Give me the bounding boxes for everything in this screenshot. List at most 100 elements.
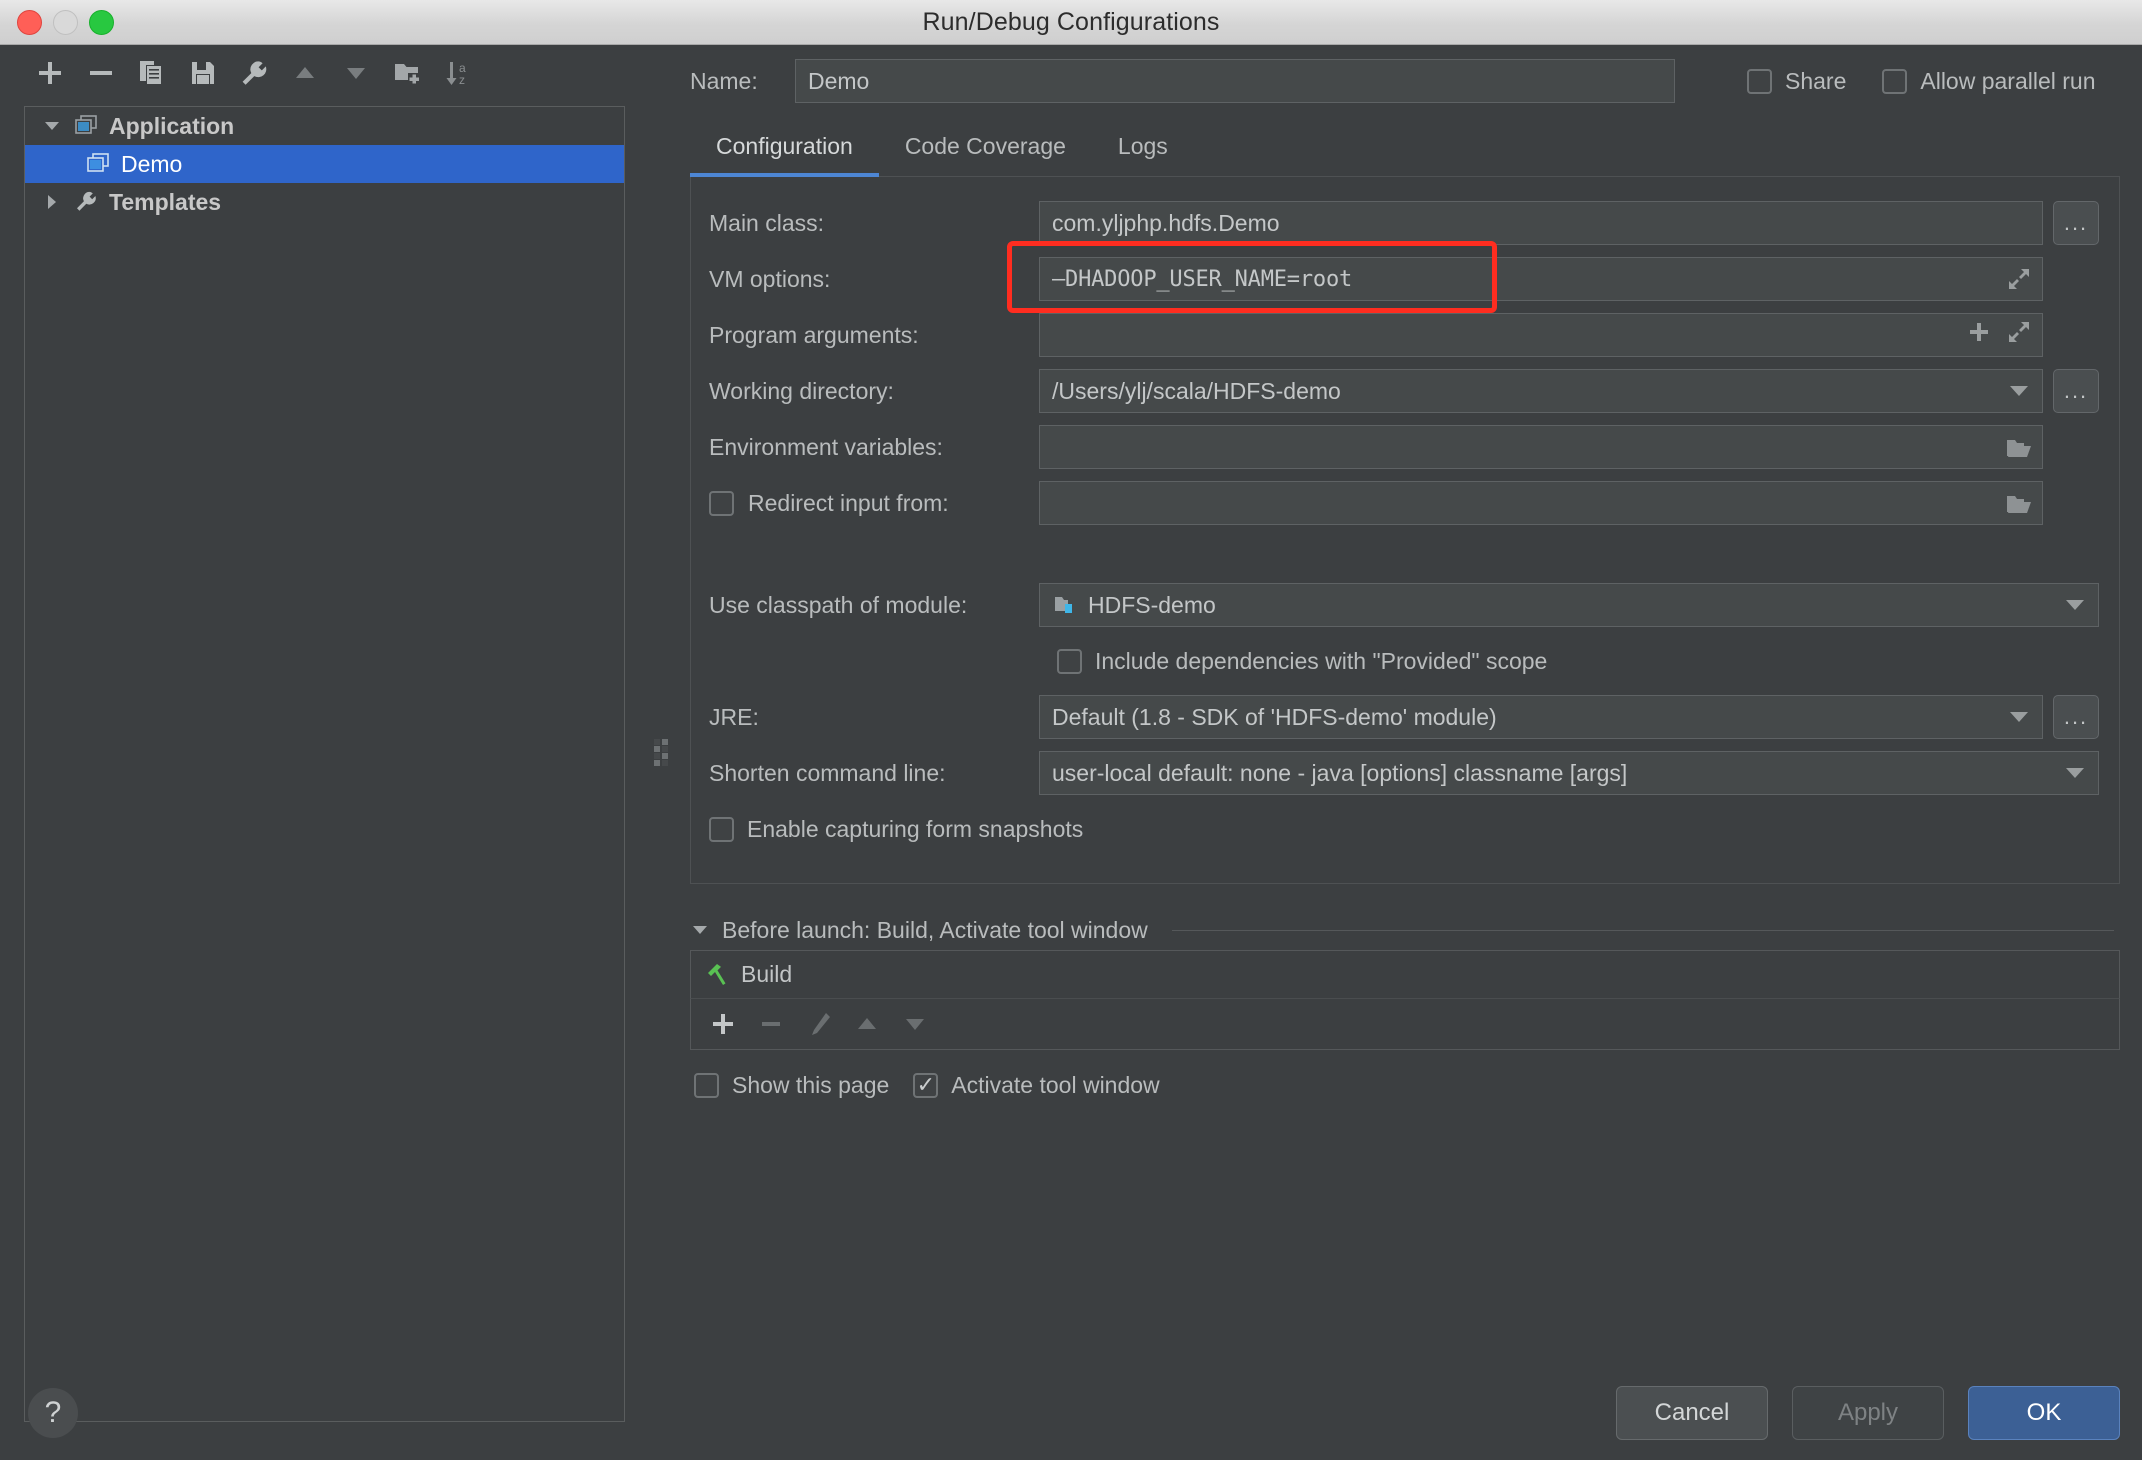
share-checkbox-row[interactable]: Share [1747, 68, 1846, 95]
tree-item-templates[interactable]: Templates [25, 183, 624, 221]
tree-item-label: Templates [109, 188, 222, 215]
tab-logs[interactable]: Logs [1092, 133, 1194, 176]
chevron-down-icon[interactable] [35, 117, 69, 135]
configurations-panel: a z Application Demo Templates ? [0, 45, 650, 1460]
tree-item-demo[interactable]: Demo [25, 145, 624, 183]
vm-options-label: VM options: [709, 265, 831, 292]
working-directory-browse-button[interactable]: ... [2053, 369, 2099, 413]
redirect-input-row: Redirect input from: [691, 475, 2119, 531]
main-class-input[interactable]: com.yljphp.hdfs.Demo [1039, 201, 2043, 245]
environment-variables-browse-icon[interactable] [1994, 434, 2032, 460]
wrench-icon[interactable] [228, 50, 279, 96]
jre-label: JRE: [709, 703, 759, 730]
before-launch-header[interactable]: Before launch: Build, Activate tool wind… [690, 910, 2120, 950]
jre-browse-button[interactable]: ... [2053, 695, 2099, 739]
save-configuration-button[interactable] [177, 50, 228, 96]
redirect-input-label: Redirect input from: [748, 489, 949, 516]
redirect-input-checkbox[interactable] [709, 490, 734, 516]
shorten-command-line-label: Shorten command line: [709, 759, 946, 786]
move-task-up-button[interactable] [843, 1001, 891, 1047]
jre-value-dim: (1.8 - SDK of 'HDFS-demo' module) [1131, 703, 1497, 730]
jre-value-bright: Default [1052, 703, 1125, 730]
environment-variables-input[interactable] [1039, 425, 2043, 469]
tab-configuration[interactable]: Configuration [690, 133, 879, 177]
share-checkbox[interactable] [1747, 68, 1772, 94]
program-arguments-add-icon[interactable] [1966, 319, 1992, 351]
folder-add-icon[interactable] [381, 50, 432, 96]
before-launch-toolbar [690, 998, 2120, 1050]
cancel-button[interactable]: Cancel [1616, 1386, 1768, 1440]
allow-parallel-run-checkbox[interactable] [1882, 68, 1908, 94]
include-provided-scope-checkbox-row[interactable]: Include dependencies with "Provided" sco… [1057, 648, 1547, 675]
move-up-button[interactable] [279, 50, 330, 96]
shorten-command-line-select[interactable]: user-local default: none - java [options… [1039, 751, 2099, 795]
tree-item-application[interactable]: Application [25, 107, 624, 145]
classpath-module-value: HDFS-demo [1088, 591, 1216, 618]
activate-tool-window-label: Activate tool window [951, 1072, 1160, 1098]
working-directory-input[interactable]: /Users/ylj/scala/HDFS-demo [1039, 369, 2043, 413]
allow-parallel-run-checkbox-row[interactable]: Allow parallel run [1882, 68, 2096, 95]
form-snapshots-checkbox[interactable] [709, 816, 734, 842]
classpath-module-select[interactable]: HDFS-demo [1039, 583, 2099, 627]
form-snapshots-checkbox-row[interactable]: Enable capturing form snapshots [709, 816, 1083, 843]
main-class-browse-button[interactable]: ... [2053, 201, 2099, 245]
vm-options-input[interactable]: –DHADOOP_USER_NAME=root [1039, 257, 2043, 301]
before-launch-title: Before launch: Build, Activate tool wind… [722, 916, 1148, 943]
show-this-page-checkbox-row[interactable]: Show this page [694, 1072, 889, 1099]
ok-button[interactable]: OK [1968, 1386, 2120, 1440]
dialog-buttons: Cancel Apply OK [1616, 1386, 2120, 1440]
program-arguments-input[interactable] [1039, 313, 2043, 357]
jre-dropdown-icon[interactable] [1996, 696, 2042, 738]
panel-splitter[interactable] [650, 45, 672, 1460]
jre-row: JRE: Default (1.8 - SDK of 'HDFS-demo' m… [691, 689, 2119, 745]
move-down-button[interactable] [330, 50, 381, 96]
pencil-icon[interactable] [795, 1001, 843, 1047]
apply-button[interactable]: Apply [1792, 1386, 1944, 1440]
form-snapshots-row: Enable capturing form snapshots [691, 801, 2119, 857]
redirect-input-field[interactable] [1039, 481, 2043, 525]
working-directory-dropdown-icon[interactable] [1996, 370, 2042, 412]
main-class-value: com.yljphp.hdfs.Demo [1052, 209, 1280, 236]
working-directory-row: Working directory: /Users/ylj/scala/HDFS… [691, 363, 2119, 419]
jre-select[interactable]: Default (1.8 - SDK of 'HDFS-demo' module… [1039, 695, 2043, 739]
module-icon [1052, 592, 1078, 618]
chevron-right-icon[interactable] [35, 193, 69, 211]
name-label: Name: [690, 67, 758, 94]
help-button[interactable]: ? [28, 1388, 78, 1438]
activate-tool-window-checkbox-row[interactable]: Activate tool window [913, 1072, 1160, 1099]
editor-tabs: Configuration Code Coverage Logs [690, 117, 2120, 177]
include-provided-scope-checkbox[interactable] [1057, 648, 1082, 674]
tree-item-label: Demo [121, 150, 183, 177]
move-task-down-button[interactable] [891, 1001, 939, 1047]
configuration-editor-panel: Name: Demo Share Allow parallel run Conf… [672, 45, 2142, 1460]
show-this-page-checkbox[interactable] [694, 1073, 719, 1098]
share-options: Share Allow parallel run [1747, 68, 2096, 95]
dialog-body: a z Application Demo Templates ? Name: D… [0, 45, 2142, 1460]
include-provided-scope-label: Include dependencies with "Provided" sco… [1095, 647, 1548, 674]
before-launch-task-list[interactable]: Build [690, 950, 2120, 998]
chevron-down-icon[interactable] [690, 920, 710, 940]
splitter-grip-icon [653, 739, 669, 766]
add-task-button[interactable] [699, 1001, 747, 1047]
tab-code-coverage[interactable]: Code Coverage [879, 133, 1092, 176]
name-input[interactable]: Demo [795, 59, 1675, 103]
working-directory-value: /Users/ylj/scala/HDFS-demo [1052, 377, 1341, 404]
redirect-input-browse-icon[interactable] [1994, 490, 2032, 516]
classpath-module-dropdown-icon[interactable] [2052, 584, 2098, 626]
classpath-module-row: Use classpath of module: HDFS-demo [691, 577, 2119, 633]
main-class-row: Main class: com.yljphp.hdfs.Demo ... [691, 195, 2119, 251]
add-configuration-button[interactable] [24, 50, 75, 96]
remove-task-button[interactable] [747, 1001, 795, 1047]
copy-configuration-button[interactable] [126, 50, 177, 96]
program-arguments-row: Program arguments: [691, 307, 2119, 363]
sort-az-icon[interactable]: a z [432, 50, 483, 96]
remove-configuration-button[interactable] [75, 50, 126, 96]
configurations-tree[interactable]: Application Demo Templates [24, 106, 625, 1422]
activate-tool-window-checkbox[interactable] [913, 1073, 939, 1098]
shorten-command-line-dropdown-icon[interactable] [2052, 752, 2098, 794]
application-icon [81, 152, 115, 176]
program-arguments-expand-icon[interactable] [2006, 319, 2032, 351]
shorten-value-dim: - java [options] classname [args] [1297, 759, 1628, 786]
working-directory-label: Working directory: [709, 377, 894, 404]
vm-options-expand-icon[interactable] [1996, 266, 2032, 292]
